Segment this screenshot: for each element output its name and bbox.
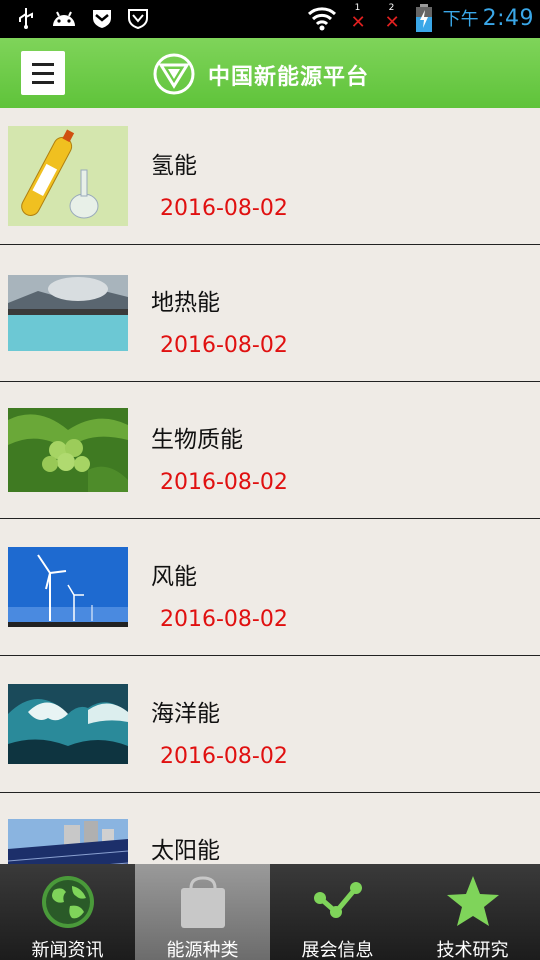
hamburger-menu-icon xyxy=(32,62,54,66)
item-title: 海洋能 xyxy=(151,701,220,727)
no-signal-x-icon: ✕ xyxy=(384,12,400,33)
hamburger-menu-icon xyxy=(32,71,54,75)
item-date: 2016-08-02 xyxy=(160,470,288,495)
no-signal-x-icon: ✕ xyxy=(350,12,366,33)
status-bar: 1 ✕ 2 ✕ 下午 2:49 xyxy=(0,0,540,38)
share-network-icon xyxy=(314,882,362,918)
nav-item-research[interactable]: 技术研究 xyxy=(405,864,540,960)
vpn-shield-icon xyxy=(128,9,148,30)
item-date: 2016-08-02 xyxy=(160,333,288,358)
status-bar-right: 1 ✕ 2 ✕ 下午 2:49 xyxy=(307,3,534,33)
hamburger-menu-icon xyxy=(32,80,54,84)
geothermal-lake-thumb xyxy=(8,263,128,363)
nav-label: 技术研究 xyxy=(436,940,509,960)
status-time: 2:49 xyxy=(482,5,534,31)
item-title: 氢能 xyxy=(151,153,197,179)
list-item[interactable]: 地热能 2016-08-02 xyxy=(0,245,540,382)
status-bar-left xyxy=(14,6,150,30)
sim1-signal-icon: 1 ✕ xyxy=(347,3,371,33)
list-item[interactable]: 海洋能 2016-08-02 xyxy=(0,656,540,793)
item-title: 风能 xyxy=(151,564,197,590)
platform-logo-icon xyxy=(153,53,195,95)
battery-charging-icon xyxy=(415,4,432,32)
item-date: 2016-08-02 xyxy=(160,744,288,769)
item-date: 2016-08-02 xyxy=(160,196,288,221)
nav-item-news[interactable]: 新闻资讯 xyxy=(0,864,135,960)
wifi-icon xyxy=(307,7,336,31)
wind-turbines-thumb xyxy=(8,537,128,637)
nav-label: 能源种类 xyxy=(166,940,239,960)
globe-icon xyxy=(42,876,94,928)
app-title: 中国新能源平台 xyxy=(208,65,370,90)
ocean-wave-thumb xyxy=(8,674,128,774)
nav-item-exhibitions[interactable]: 展会信息 xyxy=(270,864,405,960)
list-item[interactable]: 太阳能 xyxy=(0,793,540,864)
list-item[interactable]: 氢能 2016-08-02 xyxy=(0,108,540,245)
star-icon xyxy=(447,876,499,926)
solar-panels-thumb xyxy=(8,811,128,864)
shield-icon xyxy=(93,10,111,28)
app-header: 中国新能源平台 xyxy=(0,38,540,108)
hydrogen-cylinder-thumb xyxy=(8,126,128,226)
item-title: 太阳能 xyxy=(151,838,220,864)
list-item[interactable]: 生物质能 2016-08-02 xyxy=(0,382,540,519)
bottom-navigation: 新闻资讯 能源种类 展会信息 技术研究 xyxy=(0,864,540,960)
green-fruit-plant-thumb xyxy=(8,400,128,500)
energy-list[interactable]: 氢能 2016-08-02 地热能 2016-08-02 生物质能 2016-0… xyxy=(0,108,540,864)
nav-item-energy-types[interactable]: 能源种类 xyxy=(135,864,270,960)
android-icon xyxy=(53,11,75,26)
nav-label: 新闻资讯 xyxy=(31,940,104,960)
menu-button[interactable] xyxy=(21,51,65,95)
item-date: 2016-08-02 xyxy=(160,607,288,632)
status-ampm: 下午 xyxy=(442,9,479,30)
list-item[interactable]: 风能 2016-08-02 xyxy=(0,519,540,656)
sim2-signal-icon: 2 ✕ xyxy=(381,3,405,33)
item-title: 地热能 xyxy=(151,290,220,316)
item-title: 生物质能 xyxy=(151,427,243,453)
nav-label: 展会信息 xyxy=(301,940,374,960)
shopping-bag-icon xyxy=(181,876,225,928)
usb-icon xyxy=(19,8,33,29)
